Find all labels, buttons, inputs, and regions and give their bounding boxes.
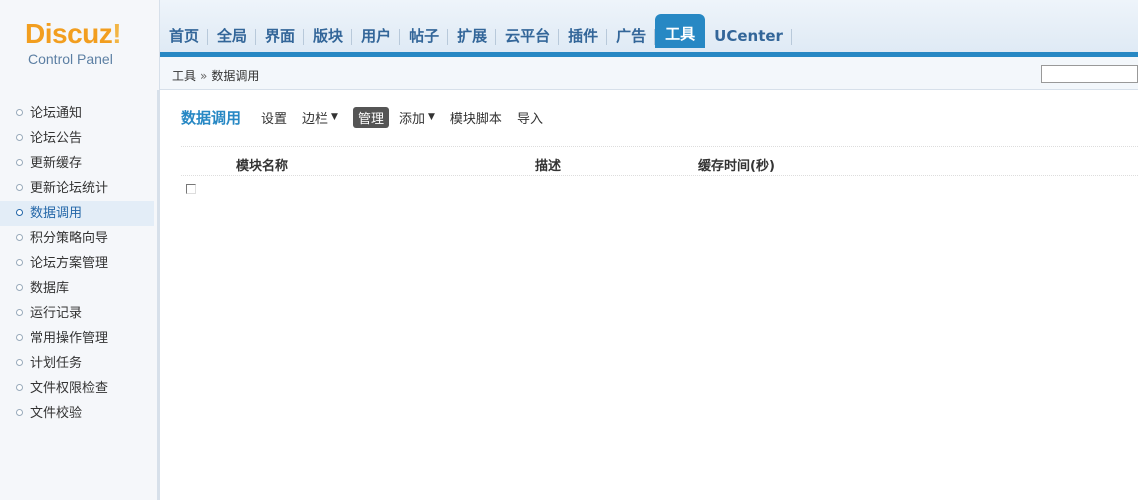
bullet-icon: [16, 209, 23, 216]
header: Discuz! Control Panel 首页 全局 界面 版块 用户 帖子 …: [0, 0, 1138, 90]
sidebar-item-label: 常用操作管理: [30, 331, 109, 346]
breadcrumb-separator: »: [200, 69, 208, 83]
bullet-icon: [16, 309, 23, 316]
sidebar-item-label: 运行记录: [30, 306, 83, 321]
logo-area: Discuz! Control Panel: [0, 0, 160, 90]
bullet-icon: [16, 384, 23, 391]
breadcrumb-parent[interactable]: 工具: [172, 69, 196, 83]
page-title: 数据调用: [181, 108, 242, 127]
logo-text: Discuz: [25, 18, 113, 49]
nav-item-style[interactable]: 界面: [256, 22, 305, 52]
sidebar-item-file-verify[interactable]: 文件校验: [0, 401, 157, 426]
sidebar-item-label: 数据调用: [30, 206, 83, 221]
manage-tab[interactable]: 管理: [352, 106, 389, 128]
add-dropdown-label: 添加: [398, 111, 425, 127]
sidebar-item-credit-wizard[interactable]: 积分策略向导: [0, 226, 157, 251]
sidebar-item-label: 论坛方案管理: [30, 256, 109, 271]
bullet-icon: [16, 359, 23, 366]
bullet-icon: [16, 234, 23, 241]
main-content: 数据调用 设置 边栏 ▼ 管理 添加 ▼ 模块脚本 导入 模块名称 描述 缓存时间(…: [163, 90, 1138, 500]
sidebar-item-run-log[interactable]: 运行记录: [0, 301, 157, 326]
bullet-icon: [16, 184, 23, 191]
nav-item-plugin[interactable]: 插件: [559, 22, 608, 52]
column-header-desc: 描述: [535, 159, 562, 174]
module-script-link[interactable]: 模块脚本: [450, 108, 502, 127]
add-dropdown[interactable]: 添加 ▼: [399, 108, 435, 127]
logo-subtitle: Control Panel: [28, 51, 113, 67]
breadcrumb-bar: 工具 » 数据调用: [160, 57, 1138, 90]
breadcrumb: 工具 » 数据调用: [172, 67, 259, 84]
sidebar-item-scheduled-tasks[interactable]: 计划任务: [0, 351, 157, 376]
select-all-checkbox[interactable]: [186, 184, 196, 194]
bullet-icon: [16, 409, 23, 416]
bullet-icon: [16, 134, 23, 141]
logo-exclaim: !: [112, 18, 122, 49]
nav-item-user[interactable]: 用户: [352, 22, 401, 52]
breadcrumb-current: 数据调用: [211, 69, 260, 83]
nav-item-tools[interactable]: 工具: [655, 14, 706, 48]
sidebar-item-label: 更新论坛统计: [30, 181, 109, 196]
sidebar-item-common-ops[interactable]: 常用操作管理: [0, 326, 157, 351]
column-header-cache: 缓存时间(秒): [698, 159, 775, 174]
sidebar-item-label: 计划任务: [30, 356, 83, 371]
table-row: [181, 176, 1138, 200]
module-table: 模块名称 描述 缓存时间(秒): [181, 146, 1138, 200]
nav-item-cloud[interactable]: 云平台: [496, 22, 560, 52]
sidebar-item-label: 文件校验: [30, 406, 83, 421]
nav-item-home[interactable]: 首页: [160, 22, 209, 52]
search-input[interactable]: [1041, 65, 1138, 83]
column-header-name: 模块名称: [236, 159, 289, 174]
sidebar-item-update-stats[interactable]: 更新论坛统计: [0, 176, 157, 201]
sidebar-item-label: 数据库: [30, 281, 70, 296]
bullet-icon: [16, 109, 23, 116]
nav-item-global[interactable]: 全局: [208, 22, 257, 52]
sidebar-item-database[interactable]: 数据库: [0, 276, 157, 301]
nav-item-extended[interactable]: 扩展: [448, 22, 497, 52]
toolbar: 数据调用 设置 边栏 ▼ 管理 添加 ▼ 模块脚本 导入: [181, 106, 558, 128]
sidebar-item-label: 更新缓存: [30, 156, 83, 171]
sidebar: 论坛通知 论坛公告 更新缓存 更新论坛统计 数据调用 积分策略向导 论坛方案管理…: [0, 90, 160, 500]
import-link[interactable]: 导入: [517, 108, 543, 127]
sidebar-item-update-cache[interactable]: 更新缓存: [0, 151, 157, 176]
sidebar-item-label: 文件权限检查: [30, 381, 109, 396]
main-nav: 首页 全局 界面 版块 用户 帖子 扩展 云平台 插件 广告 工具 UCente…: [160, 14, 792, 52]
table-header: 模块名称 描述 缓存时间(秒): [181, 146, 1138, 176]
bullet-icon: [16, 334, 23, 341]
nav-item-ad[interactable]: 广告: [607, 22, 656, 52]
bullet-icon: [16, 284, 23, 291]
caret-down-icon: ▼: [331, 112, 338, 122]
settings-link[interactable]: 设置: [261, 108, 287, 127]
bullet-icon: [16, 259, 23, 266]
sidebar-dropdown[interactable]: 边栏 ▼: [302, 108, 338, 127]
sidebar-item-announcement[interactable]: 论坛公告: [0, 126, 157, 151]
bullet-icon: [16, 159, 23, 166]
nav-item-topic[interactable]: 帖子: [400, 22, 449, 52]
nav-item-ucenter[interactable]: UCenter: [705, 22, 792, 52]
sidebar-item-label: 论坛公告: [30, 131, 83, 146]
sidebar-item-forum-notice[interactable]: 论坛通知: [0, 101, 157, 126]
nav-item-forum[interactable]: 版块: [304, 22, 353, 52]
caret-down-icon: ▼: [428, 112, 435, 122]
sidebar-item-label: 论坛通知: [30, 106, 83, 121]
sidebar-item-forum-plans[interactable]: 论坛方案管理: [0, 251, 157, 276]
logo[interactable]: Discuz!: [25, 18, 122, 50]
sidebar-item-label: 积分策略向导: [30, 231, 109, 246]
sidebar-item-data-call[interactable]: 数据调用: [0, 201, 154, 226]
sidebar-item-file-permission[interactable]: 文件权限检查: [0, 376, 157, 401]
sidebar-dropdown-label: 边栏: [302, 111, 329, 127]
